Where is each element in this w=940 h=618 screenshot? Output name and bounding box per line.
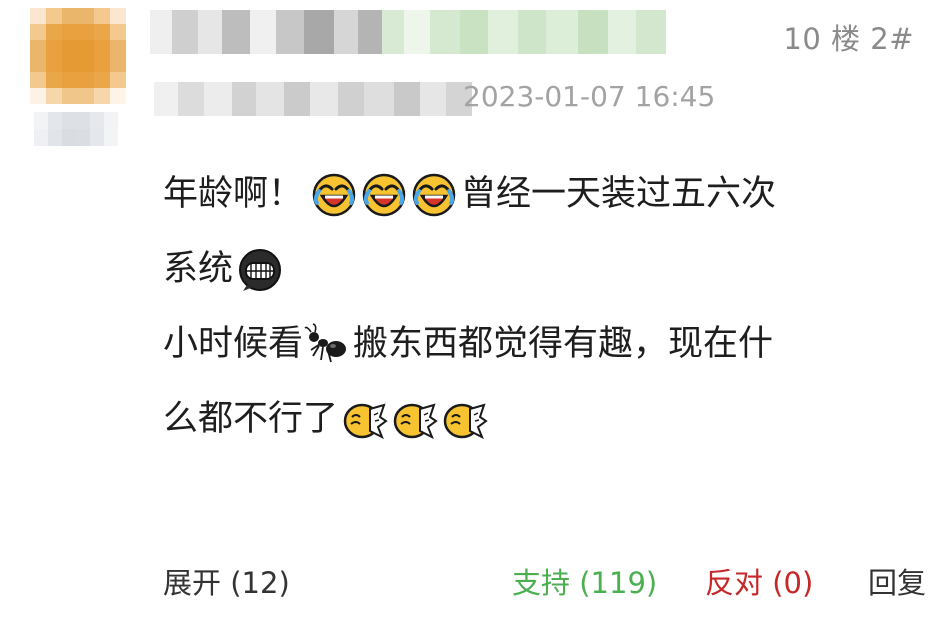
oppose-label: 反对: [705, 566, 764, 600]
support-label: 支持: [512, 566, 571, 600]
comment-text: 年龄啊！: [163, 174, 304, 214]
username-redacted[interactable]: [150, 10, 412, 54]
laugh-cry-emoji-icon: [311, 172, 357, 218]
reply-button[interactable]: 回复: [868, 560, 926, 602]
ant-emoji-icon: [303, 322, 349, 368]
comment-text: 小时候看: [163, 324, 304, 364]
comment-text: 么都不行了: [163, 399, 339, 439]
oppose-count: (0): [772, 566, 814, 600]
facepalm-emoji-icon: [392, 397, 438, 443]
grin-emoji-icon: [237, 247, 283, 293]
comment-text: 系统: [163, 249, 234, 289]
support-count: (119): [579, 566, 658, 600]
comment-line: 系统: [163, 232, 923, 307]
floor-number: 10 楼 2#: [783, 22, 914, 56]
support-button[interactable]: 支持 (119): [512, 560, 657, 602]
facepalm-emoji-icon: [442, 397, 488, 443]
comment-card: 10 楼 2# 2023-01-07 16:45 年龄啊！ 曾经一天装过五六次 …: [0, 0, 940, 618]
comment-text: 搬东西都觉得有趣，现在什: [353, 324, 774, 364]
reply-label: 回复: [868, 566, 927, 600]
comment-line: 小时候看 搬东西都觉得有趣，现在什: [163, 307, 923, 382]
comment-line: 么都不行了: [163, 382, 923, 457]
oppose-button[interactable]: 反对 (0): [705, 560, 813, 602]
user-level-badge: [34, 112, 118, 146]
comment-text: 曾经一天装过五六次: [461, 174, 777, 214]
expand-replies-button[interactable]: 展开 (12): [163, 560, 290, 602]
user-avatar[interactable]: [30, 8, 126, 104]
expand-label: 展开: [163, 566, 222, 600]
post-timestamp: 2023-01-07 16:45: [463, 80, 716, 113]
laugh-cry-emoji-icon: [361, 172, 407, 218]
expand-count: (12): [230, 566, 290, 600]
user-location-redacted: [154, 82, 472, 116]
comment-line: 年龄啊！ 曾经一天装过五六次: [163, 157, 923, 232]
comment-body: 年龄啊！ 曾经一天装过五六次 系统 小时候看 搬东西都觉得有趣，现在什 么都不行…: [163, 157, 923, 457]
comment-actions: 展开 (12) 支持 (119) 反对 (0) 回复: [0, 560, 940, 604]
laugh-cry-emoji-icon: [411, 172, 457, 218]
facepalm-emoji-icon: [342, 397, 388, 443]
user-tag-redacted: [382, 10, 666, 54]
